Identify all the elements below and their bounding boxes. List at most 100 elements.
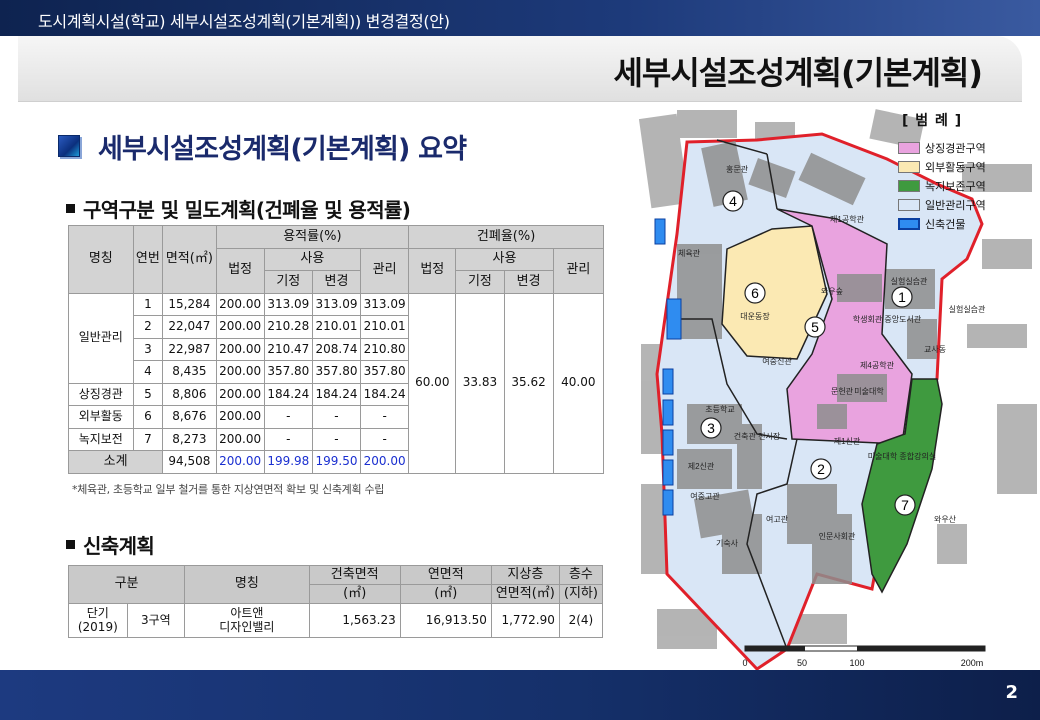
zone-number: 4 (729, 193, 737, 209)
top-bar: 도시계획시설(학교) 세부시설조성계획(기본계획)) 변경결정(안) (0, 0, 1040, 36)
manage-cell: - (360, 427, 410, 451)
zone-cell: 외부활동 (68, 405, 134, 429)
changed-cell: 184.24 (311, 382, 362, 406)
area-cell: 22,047 (162, 315, 217, 339)
th-bcr-manage: 관리 (552, 247, 605, 294)
table-row: 일반관리 1 15,284 200.00 313.09 313.09 313.0… (68, 292, 605, 474)
legal-cell: 200.00 (215, 382, 265, 406)
legend-swatch (898, 141, 920, 154)
zone-marker-1: 1 (891, 286, 913, 308)
th-floors-2: (지하) (558, 584, 604, 604)
map-label: 교사동 (924, 345, 946, 354)
legal-cell: 200.00 (215, 292, 265, 316)
legend-swatch (898, 198, 920, 211)
manage-cell: 210.80 (360, 337, 410, 361)
map-label: 여중고관 (690, 491, 720, 501)
existing-cell: 210.28 (263, 315, 313, 339)
map-label: 제1공학관 (830, 214, 865, 224)
section-title: 세부시설조성계획(기본계획) 요약 (58, 126, 467, 166)
map-label: 건축관 전시장 (734, 431, 781, 441)
map-label: 와우숲 (821, 286, 843, 296)
newbuild-heading: 신축계획 (66, 530, 155, 559)
map-label: 홍문관 (726, 164, 749, 174)
total-legal: 200.00 (215, 450, 265, 474)
legend-label: 녹지보존구역 (925, 179, 986, 193)
map-label: 여중신관 (762, 356, 792, 366)
area-cell: 15,284 (162, 292, 217, 316)
newbuild-table: 구분 명칭 건축면적 연면적 지상층 층수 (㎡) (㎡) 연면적(㎡) (지하… (67, 565, 604, 638)
th-far-existing: 기정 (263, 270, 313, 294)
bullet-icon (66, 204, 75, 213)
existing-cell: 313.09 (263, 292, 313, 316)
legend-title: [ 범 례 ] (902, 113, 963, 129)
map-label: 미술대학 (854, 386, 884, 396)
square-bullet-icon (58, 135, 80, 157)
map-label: 미술대학 종합강의실 (868, 451, 936, 461)
th-above: 지상층 (490, 565, 560, 585)
legend-label: 신축건물 (925, 217, 966, 231)
year-text: (2019) (77, 619, 118, 634)
legal-cell: 200.00 (215, 360, 265, 384)
no-cell: 7 (132, 427, 164, 451)
total-changed: 199.50 (311, 450, 362, 474)
footnote: *체육관, 초등학교 일부 철거를 통한 지상연면적 확보 및 신축계획 수립 (72, 483, 385, 496)
map-label: 실험실습관 (949, 304, 986, 314)
th-area: 면적(㎡) (162, 225, 217, 294)
manage-cell: 357.80 (360, 360, 410, 384)
legend-swatch (898, 179, 920, 192)
total-area: 94,508 (162, 450, 217, 474)
th-name: 명칭 (184, 565, 310, 604)
th-far-changed: 변경 (311, 270, 362, 294)
legal-cell: 200.00 (215, 315, 265, 339)
zone-cell: 녹지보전 (68, 427, 134, 451)
bcr-legal-cell: 60.00 (408, 292, 457, 474)
legend-item: 일반관리구역 (898, 195, 986, 214)
total-manage: 200.00 (360, 450, 410, 474)
zone-cell: 상징경관 (68, 382, 134, 406)
zone-marker-6: 6 (744, 282, 766, 304)
doc-title: 도시계획시설(학교) 세부시설조성계획(기본계획)) 변경결정(안) (38, 12, 450, 31)
map-label: 여고관 (766, 514, 789, 524)
floors-cell: 2(4) (558, 603, 604, 638)
total-label: 소계 (67, 450, 164, 474)
th-bcr-changed: 변경 (503, 270, 554, 294)
changed-cell: 208.74 (311, 337, 362, 361)
slide-title: 세부시설조성계획(기본계획) (613, 54, 983, 92)
zone-cell: 일반관리 (68, 292, 134, 384)
th-far-manage: 관리 (360, 247, 410, 294)
area-cell: 22,987 (162, 337, 217, 361)
manage-cell: 210.01 (360, 315, 410, 339)
th-gfa: 연면적 (399, 565, 492, 585)
legend-swatch (898, 160, 920, 173)
bcr-manage-cell: 40.00 (552, 292, 605, 474)
map-label: 초등학교 (705, 404, 734, 414)
bullet-icon (66, 540, 75, 549)
zone-number: 7 (901, 497, 909, 513)
section-title-text: 세부시설조성계획(기본계획) 요약 (98, 133, 467, 165)
legend-label: 일반관리구역 (925, 198, 986, 212)
no-cell: 3 (132, 337, 164, 361)
scale-label: 100 (849, 658, 864, 668)
zone-marker-2: 2 (810, 458, 832, 480)
map-label: 제1신관 (834, 436, 861, 446)
map-label: 실험실습관 (891, 276, 928, 286)
th-bcr-use: 사용 (455, 247, 554, 271)
zone-marker-3: 3 (700, 417, 722, 439)
footprint-cell: 1,563.23 (308, 603, 401, 638)
map-legend: [ 범 례 ] 상징경관구역 외부활동구역 녹지보존구역 일반관리구역 신축건물 (898, 110, 986, 233)
map-label: 인문사회관 (819, 531, 856, 541)
th-far: 용적률(%) (215, 225, 410, 249)
name-line-1: 아트앤 (230, 606, 264, 621)
th-footprint-unit: (㎡) (308, 584, 401, 604)
legend-label: 상징경관구역 (925, 141, 986, 155)
legal-cell: 200.00 (215, 405, 265, 429)
th-gfa-unit: (㎡) (399, 584, 492, 604)
map-label: 대운동장 (740, 311, 770, 321)
no-cell: 6 (132, 405, 164, 429)
scale-label: 50 (797, 658, 807, 668)
bcr-changed-cell: 35.62 (503, 292, 554, 474)
zone-number: 5 (811, 319, 819, 335)
legend-item: 외부활동구역 (898, 157, 986, 176)
th-footprint: 건축면적 (308, 565, 401, 585)
scale-label: 0 (742, 658, 747, 668)
